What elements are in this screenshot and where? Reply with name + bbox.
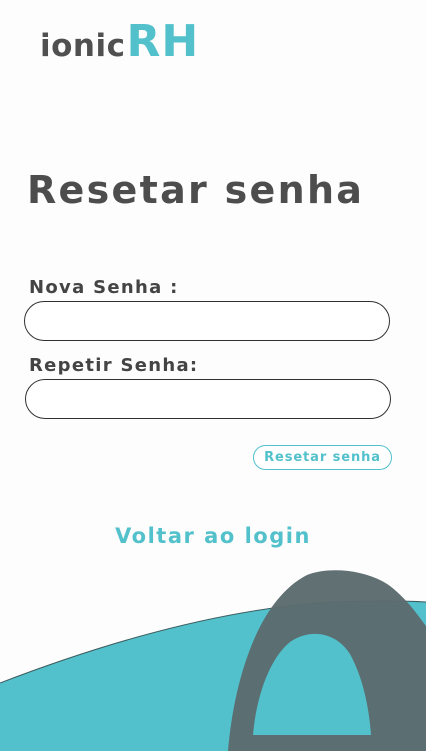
gray-arch-shape xyxy=(228,570,426,751)
repeat-password-label: Repetir Senha: xyxy=(29,355,199,376)
logo-text-ionic: ionic xyxy=(40,28,126,64)
wave-edge-line xyxy=(0,600,426,684)
app-logo: ionic RH xyxy=(40,14,199,64)
page-title: Resetar senha xyxy=(27,168,365,212)
new-password-label: Nova Senha : xyxy=(29,277,179,298)
logo-text-rh: RH xyxy=(126,16,200,67)
reset-password-button[interactable]: Resetar senha xyxy=(253,445,392,470)
repeat-password-input[interactable] xyxy=(25,379,391,419)
new-password-input[interactable] xyxy=(24,301,390,341)
back-to-login-link[interactable]: Voltar ao login xyxy=(0,526,426,547)
teal-wave-shape xyxy=(0,601,426,751)
